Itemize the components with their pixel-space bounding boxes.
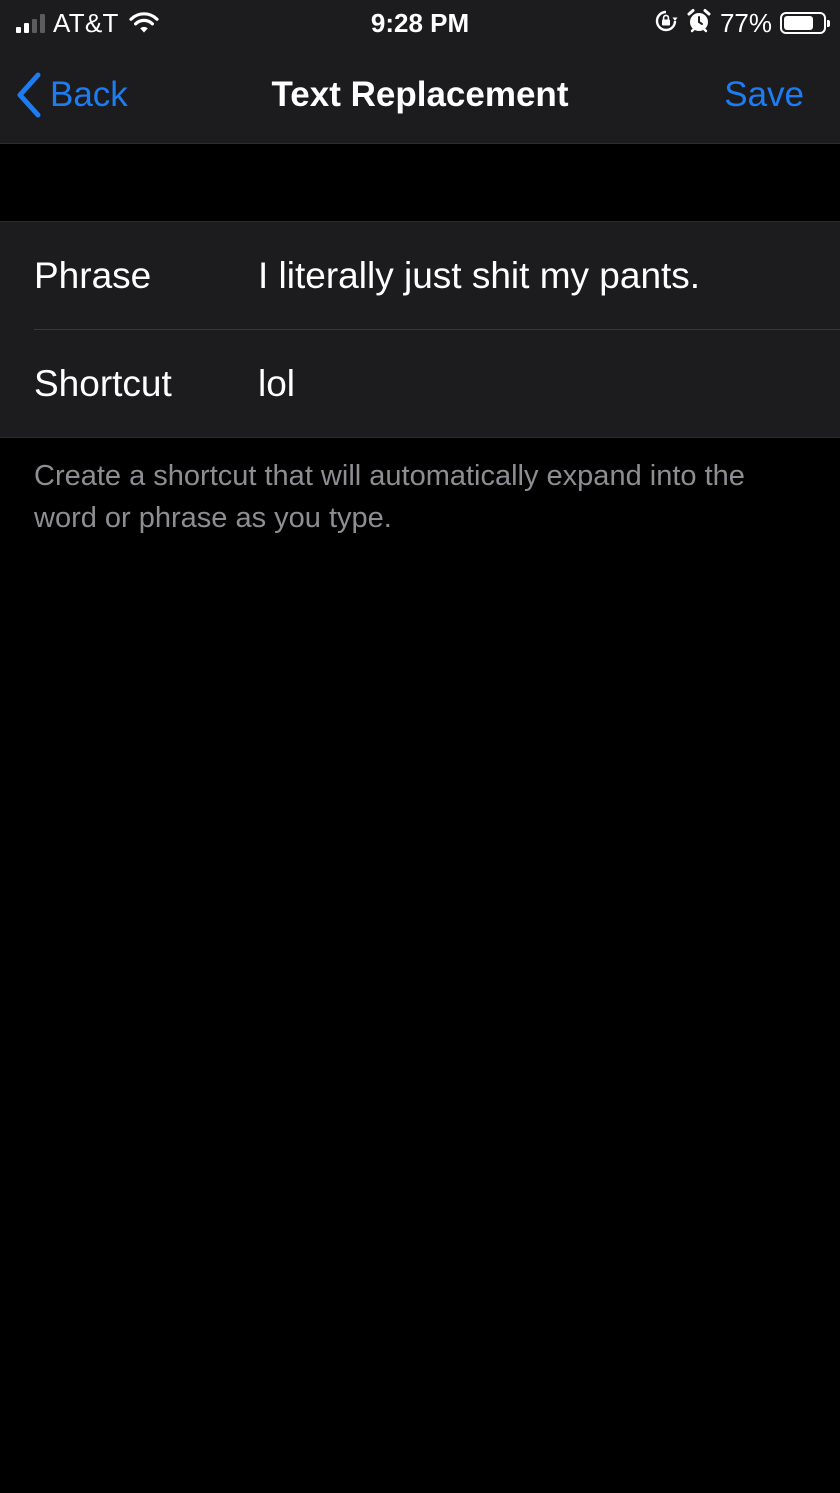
- status-bar-right: 77%: [654, 7, 830, 39]
- text-replacement-screen: AT&T 9:28 PM 77% Back Text Replacement S…: [0, 0, 840, 1493]
- page-title: Text Replacement: [271, 75, 569, 114]
- navigation-bar: Back Text Replacement Save: [0, 46, 840, 144]
- footer-note: Create a shortcut that will automaticall…: [34, 460, 745, 534]
- shortcut-field[interactable]: lol: [258, 363, 820, 405]
- text-replacement-form: Phrase I literally just shit my pants. S…: [0, 221, 840, 438]
- phrase-row[interactable]: Phrase I literally just shit my pants.: [0, 222, 840, 329]
- shortcut-label: Shortcut: [34, 362, 172, 404]
- battery-icon: [780, 12, 830, 34]
- phrase-label: Phrase: [34, 254, 152, 296]
- rotation-lock-icon: [654, 9, 678, 38]
- save-button[interactable]: Save: [724, 70, 804, 120]
- alarm-icon: [686, 8, 712, 39]
- phrase-field[interactable]: I literally just shit my pants.: [258, 255, 820, 297]
- shortcut-row[interactable]: Shortcut lol: [0, 330, 840, 437]
- battery-percent: 77%: [719, 7, 772, 38]
- status-bar: AT&T 9:28 PM 77%: [0, 0, 840, 46]
